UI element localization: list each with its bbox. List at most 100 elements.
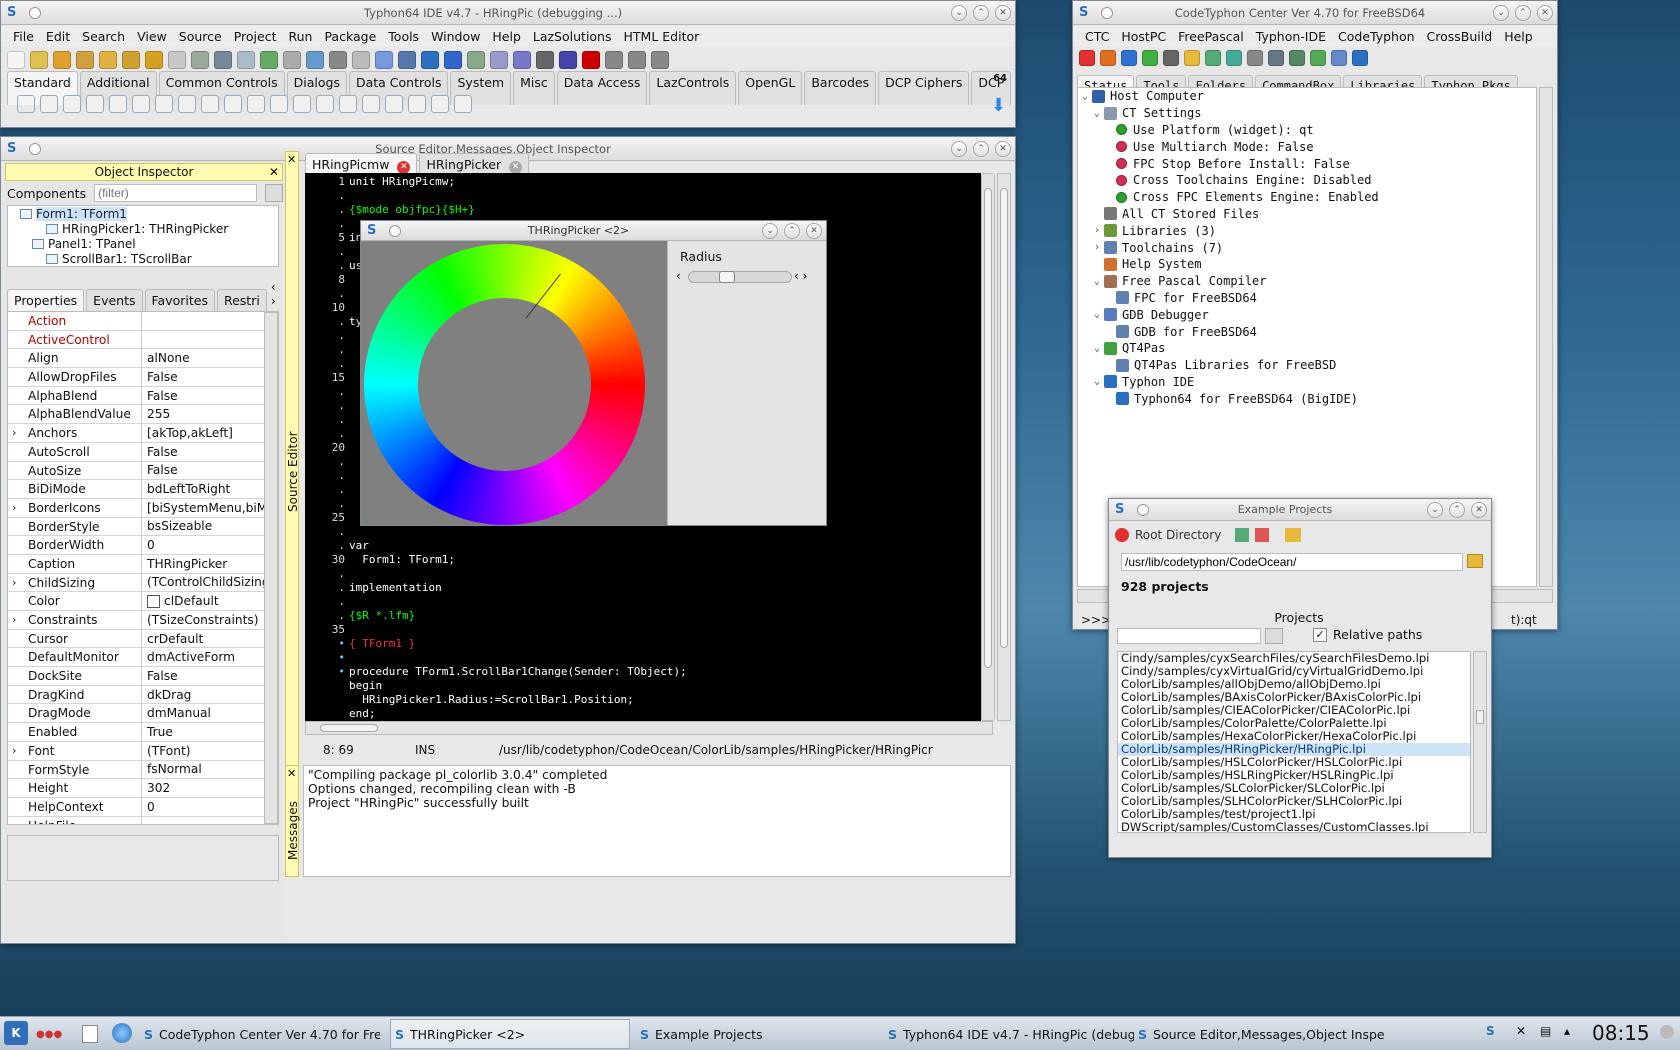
project-item[interactable]: Cindy/samples/cyxVirtualGrid/cyVirtualGr… — [1118, 665, 1470, 678]
taskbar-task[interactable]: S Source Editor,Messages,Object Inspe — [1134, 1019, 1394, 1049]
status-tree-item[interactable]: Use Platform (widget): qt — [1078, 122, 1536, 139]
toolbar-icon[interactable] — [536, 51, 554, 69]
toolbar-icon[interactable] — [605, 51, 623, 69]
pin-icon[interactable] — [1137, 504, 1149, 516]
property-row[interactable]: BiDiMode bdLeftToRight — [8, 480, 278, 499]
menu-package[interactable]: Package — [318, 29, 382, 44]
property-row[interactable]: › Anchors [akTop,akLeft] — [8, 424, 278, 443]
property-value[interactable]: True — [142, 723, 278, 741]
property-row[interactable]: ActiveControl — [8, 330, 278, 350]
toolbar-icon[interactable] — [421, 51, 439, 69]
project-item[interactable]: ColorLib/samples/test/project1.lpi — [1118, 808, 1470, 821]
toolbar-icon[interactable] — [375, 51, 393, 69]
expand-arrow-icon[interactable]: › — [12, 426, 16, 439]
taskbar-task[interactable]: S Typhon64 IDE v4.7 - HRingPic (debug — [884, 1019, 1134, 1049]
property-row[interactable]: DragMode dmManual — [8, 704, 278, 724]
palette-component-icon[interactable] — [178, 95, 196, 113]
expand-arrow-icon[interactable]: › — [12, 501, 16, 514]
status-tree-item[interactable]: FPC Stop Before Install: False — [1078, 155, 1536, 172]
project-item[interactable]: ColorLib/samples/SLColorPicker/SLColorPi… — [1118, 782, 1470, 795]
property-row[interactable]: Enabled True — [8, 723, 278, 742]
editor-horizontal-scrollbar[interactable] — [305, 721, 993, 735]
radius-track[interactable] — [688, 271, 792, 283]
toolbar-icon[interactable] — [628, 51, 646, 69]
taskbar-task[interactable]: S Example Projects — [636, 1019, 876, 1049]
close-icon[interactable]: ✕ — [995, 5, 1011, 21]
property-row[interactable]: Caption THRingPicker — [8, 554, 278, 574]
palette-component-icon[interactable] — [132, 95, 150, 113]
center-toolbar-icon[interactable] — [1121, 50, 1137, 66]
property-value[interactable]: False — [142, 667, 278, 685]
add-icon[interactable] — [1235, 528, 1250, 542]
minimize-icon[interactable]: ⌄ — [1427, 502, 1443, 518]
component-tree-item[interactable]: HRingPicker1: THRingPicker — [8, 221, 278, 236]
property-value[interactable]: alNone — [142, 349, 278, 367]
inspector-tab[interactable]: Favorites — [144, 289, 215, 311]
taskbar-task[interactable]: S CodeTyphon Center Ver 4.70 for FreeB — [140, 1019, 380, 1049]
property-row[interactable]: HelpFile — [8, 816, 278, 824]
minimize-icon[interactable]: ⌄ — [1493, 5, 1509, 21]
project-item[interactable]: ColorLib/samples/ColorPalette/ColorPalet… — [1118, 717, 1470, 730]
property-row[interactable]: DragKind dkDrag — [8, 685, 278, 705]
project-item[interactable]: ColorLib/samples/HexaColorPicker/HexaCol… — [1118, 730, 1470, 743]
toolbar-icon[interactable] — [191, 51, 209, 69]
project-item[interactable]: ColorLib/samples/allObjDemo/allObjDemo.l… — [1118, 678, 1470, 691]
component-tree-item[interactable]: Panel1: TPanel — [8, 236, 278, 251]
property-row[interactable]: DockSite False — [8, 667, 278, 686]
tray-network-icon[interactable]: ▤ — [1540, 1024, 1551, 1038]
toolbar-icon[interactable] — [352, 51, 370, 69]
pin-icon[interactable] — [29, 7, 41, 19]
project-item[interactable]: ColorLib/samples/SLHColorPicker/SLHColor… — [1118, 795, 1470, 808]
property-value[interactable]: 0 — [142, 536, 278, 554]
property-value[interactable]: dmManual — [142, 704, 278, 722]
palette-component-icon[interactable] — [316, 95, 334, 113]
tray-expand-icon[interactable]: ▴ — [1564, 1024, 1570, 1038]
palette-component-icon[interactable] — [385, 95, 403, 113]
toolbar-icon[interactable] — [76, 51, 94, 69]
expand-arrow-icon[interactable]: › — [12, 613, 16, 626]
center-toolbar-icon[interactable] — [1268, 50, 1284, 66]
project-item[interactable]: ColorLib/samples/HRingPicker/HRingPic.lp… — [1118, 743, 1470, 756]
menu-source[interactable]: Source — [173, 29, 228, 44]
center-menu-freepascal[interactable]: FreePascal — [1172, 29, 1250, 44]
property-value[interactable]: 0 — [142, 798, 278, 816]
property-value[interactable]: [akTop,akLeft] — [142, 424, 278, 442]
center-toolbar-icon[interactable] — [1079, 50, 1095, 66]
scrollbar-thumb[interactable] — [1476, 710, 1484, 724]
start-menu-icon[interactable]: K — [4, 1021, 28, 1045]
scrollbar-thumb[interactable] — [984, 188, 992, 668]
property-row[interactable]: BorderWidth 0 — [8, 536, 278, 555]
toolbar-icon[interactable] — [168, 51, 186, 69]
project-item[interactable]: ColorLib/samples/BAxisColorPicker/BAxisC… — [1118, 691, 1470, 704]
property-row[interactable]: BorderStyle bsSizeable — [8, 517, 278, 537]
center-toolbar-icon[interactable] — [1247, 50, 1263, 66]
maximize-icon[interactable]: ⌃ — [1449, 502, 1465, 518]
property-row[interactable]: Height 302 — [8, 779, 278, 798]
close-icon[interactable]: ✕ — [995, 141, 1011, 157]
maximize-icon[interactable]: ⌃ — [784, 223, 800, 239]
folder-icon[interactable] — [1285, 528, 1302, 542]
toolbar-icon[interactable] — [490, 51, 508, 69]
property-row[interactable]: › BorderIcons [biSystemMenu,biMi — [8, 498, 278, 518]
close-icon[interactable]: ✕ — [1471, 502, 1487, 518]
property-value[interactable]: bdLeftToRight — [142, 480, 278, 498]
property-row[interactable]: AlphaBlend False — [8, 386, 278, 406]
palette-component-icon[interactable] — [86, 95, 104, 113]
palette-component-icon[interactable] — [408, 95, 426, 113]
tray-tool-icon[interactable]: ✕ — [1516, 1024, 1526, 1038]
palette-tab[interactable]: Misc — [513, 71, 555, 105]
property-value[interactable]: crDefault — [142, 630, 278, 648]
tree-expander-icon[interactable]: › — [1094, 242, 1104, 253]
palette-tab[interactable]: DCP Ciphers — [878, 71, 970, 105]
menu-project[interactable]: Project — [228, 29, 283, 44]
center-toolbar-icon[interactable] — [1100, 50, 1116, 66]
palette-tab[interactable]: OpenGL — [738, 71, 803, 105]
property-row[interactable]: FormStyle fsNormal — [8, 760, 278, 780]
toolbar-icon[interactable] — [651, 51, 669, 69]
palette-tab[interactable]: Data Access — [556, 71, 648, 105]
editor-vertical-scrollbar[interactable] — [981, 173, 995, 721]
root-path-input[interactable] — [1121, 553, 1463, 571]
property-value[interactable]: bsSizeable — [142, 517, 278, 535]
palette-component-icon[interactable] — [201, 95, 219, 113]
project-item[interactable]: DWScript/samples/CustomClasses/CustomCla… — [1118, 821, 1470, 832]
